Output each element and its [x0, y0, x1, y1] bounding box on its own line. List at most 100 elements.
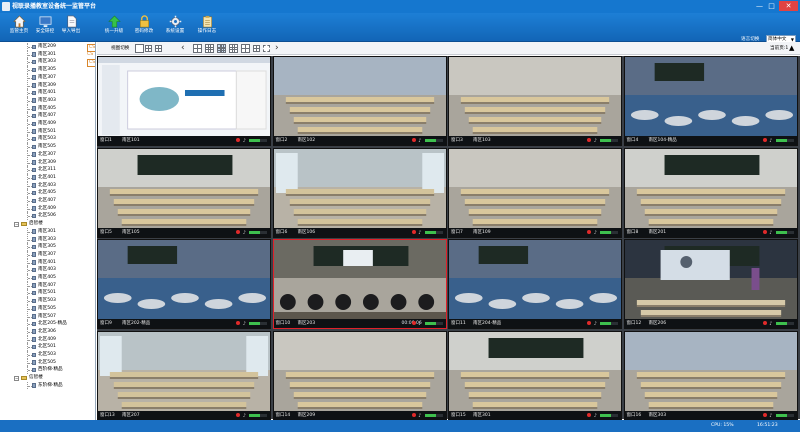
- prev-page-icon[interactable]: ‹: [181, 43, 185, 53]
- page-up-icon[interactable]: ▲: [789, 43, 794, 53]
- video-tile[interactable]: 窗口7 南区109 ♪: [448, 147, 622, 238]
- audio-icon[interactable]: ♪: [418, 137, 421, 145]
- tree-item[interactable]: 北区307: [0, 150, 95, 159]
- video-tile[interactable]: 窗口9 南区202-精品 ♪: [97, 239, 271, 329]
- tree-item[interactable]: 南区501: [0, 289, 95, 298]
- tree-item[interactable]: 北区306: [0, 327, 95, 336]
- tree-item[interactable]: 南区301 CS: [0, 50, 95, 59]
- tree-item[interactable]: 南区305: [0, 66, 95, 74]
- tree-item[interactable]: 南区405: [0, 274, 95, 282]
- video-tile[interactable]: 窗口10南区20300:06:06♪: [272, 239, 447, 329]
- layout-4-alt-icon[interactable]: [155, 45, 162, 52]
- tree-item[interactable]: 南区303: [0, 235, 95, 244]
- video-tile[interactable]: 窗口6 南区106 ♪: [272, 147, 447, 238]
- toolbar-password-button[interactable]: 密码修改: [131, 15, 157, 41]
- toolbar-settings-button[interactable]: 系统设置: [162, 15, 188, 41]
- video-tile[interactable]: 窗口15 南区301 ♪: [448, 330, 622, 421]
- device-tree[interactable]: 南区209 CS 南区301 CS 南区303 CS 南区305 南区307 南区309 南区40…: [0, 42, 96, 420]
- layout-4-small-icon[interactable]: [145, 45, 152, 52]
- audio-icon[interactable]: ♪: [769, 320, 772, 328]
- collapse-icon[interactable]: −: [14, 221, 19, 227]
- layout-small-icon[interactable]: [253, 45, 260, 52]
- tree-item[interactable]: 北区407: [0, 197, 95, 205]
- tree-item[interactable]: 南区505: [0, 143, 95, 151]
- video-tile[interactable]: 窗口4 南区104-精品 ♪: [623, 56, 798, 146]
- toolbar-import-export-button[interactable]: 导入导出: [58, 15, 84, 41]
- tree-item[interactable]: 南区503: [0, 297, 95, 305]
- tree-item[interactable]: 南区507: [0, 312, 95, 321]
- close-button[interactable]: ✕: [779, 1, 798, 11]
- tree-item[interactable]: 北区205-精品: [0, 320, 95, 328]
- tree-item[interactable]: 北区401: [0, 173, 95, 182]
- tree-item[interactable]: 南区403: [0, 96, 95, 105]
- minimize-button[interactable]: —: [754, 1, 765, 11]
- tree-item[interactable]: 北区311: [0, 166, 95, 174]
- tree-group[interactable]: − 信智楼: [0, 374, 95, 382]
- tile-room-label: 南区209: [297, 412, 316, 418]
- tree-item[interactable]: 南区409: [0, 120, 95, 128]
- tree-item[interactable]: 北区503: [0, 351, 95, 359]
- video-tile[interactable]: 窗口16 南区303 ♪: [623, 330, 798, 421]
- camera-feed: [624, 57, 797, 138]
- tree-item[interactable]: 南区403: [0, 266, 95, 274]
- monitor-icon: [39, 16, 51, 28]
- fullscreen-icon[interactable]: [263, 45, 270, 52]
- toolbar-log-button[interactable]: 操作日志: [194, 15, 220, 41]
- tree-item[interactable]: 南区405: [0, 104, 95, 113]
- video-tile[interactable]: 窗口14 南区209 ♪: [272, 330, 447, 421]
- audio-icon[interactable]: ♪: [594, 320, 597, 328]
- tree-item[interactable]: 南区309: [0, 81, 95, 90]
- tree-item[interactable]: 南区401: [0, 89, 95, 97]
- video-tile[interactable]: 窗口2 南区102 ♪: [272, 56, 447, 146]
- tree-item[interactable]: 北区501: [0, 343, 95, 351]
- toolbar-upgrade-button[interactable]: 统一升级: [101, 15, 127, 41]
- audio-icon[interactable]: ♪: [594, 229, 597, 237]
- tree-item[interactable]: 南区503: [0, 135, 95, 144]
- audio-icon[interactable]: ♪: [594, 137, 597, 145]
- audio-icon[interactable]: ♪: [243, 229, 246, 237]
- tree-group[interactable]: − 启智楼: [0, 220, 95, 228]
- tree-item[interactable]: 北区405: [0, 189, 95, 197]
- layout-4-icon[interactable]: [193, 44, 202, 53]
- video-tile[interactable]: 窗口8 南区201 ♪: [623, 147, 798, 238]
- tree-item[interactable]: 南区501: [0, 127, 95, 136]
- tree-item[interactable]: 北区506: [0, 212, 95, 221]
- audio-icon[interactable]: ♪: [418, 320, 421, 328]
- next-page-icon[interactable]: ›: [275, 43, 279, 53]
- layout-custom-icon[interactable]: [241, 44, 250, 53]
- tree-item[interactable]: 西阶梯-精品: [0, 366, 95, 375]
- layout-mixed-icon[interactable]: [229, 44, 238, 53]
- tree-item[interactable]: 东阶梯-精品: [0, 381, 95, 390]
- maximize-button[interactable]: □: [766, 1, 777, 11]
- layout-9-icon[interactable]: [205, 44, 214, 53]
- tree-item[interactable]: 北区409: [0, 335, 95, 344]
- audio-icon[interactable]: ♪: [243, 137, 246, 145]
- collapse-icon[interactable]: −: [14, 375, 19, 381]
- tree-item[interactable]: 南区307: [0, 250, 95, 259]
- tree-item[interactable]: 南区209 CS: [0, 43, 95, 52]
- audio-icon[interactable]: ♪: [769, 137, 772, 145]
- audio-icon[interactable]: ♪: [243, 320, 246, 328]
- tree-item[interactable]: 南区305: [0, 243, 95, 251]
- layout-16-icon[interactable]: [217, 44, 226, 53]
- tree-item[interactable]: 北区409: [0, 204, 95, 213]
- tree-item[interactable]: 南区301: [0, 227, 95, 236]
- video-tile[interactable]: 窗口12 南区206 ♪: [623, 239, 798, 329]
- layout-1-icon[interactable]: [135, 44, 144, 53]
- tree-item[interactable]: 南区407: [0, 112, 95, 120]
- audio-icon[interactable]: ♪: [418, 229, 421, 237]
- tree-item[interactable]: 南区303 CS: [0, 58, 95, 67]
- video-tile[interactable]: 窗口1 南区101 ♪: [97, 56, 271, 146]
- video-tile[interactable]: 窗口13 南区207 ♪: [97, 330, 271, 421]
- tree-item[interactable]: 北区309: [0, 158, 95, 167]
- video-tile[interactable]: 窗口5 南区105 ♪: [97, 147, 271, 238]
- audio-icon[interactable]: ♪: [769, 229, 772, 237]
- tree-item[interactable]: 南区407: [0, 281, 95, 290]
- video-tile[interactable]: 窗口3 南区103 ♪: [448, 56, 622, 146]
- tree-item[interactable]: 北区403: [0, 181, 95, 190]
- tree-item[interactable]: 北区505: [0, 358, 95, 367]
- tree-item[interactable]: 南区401: [0, 258, 95, 267]
- tree-item[interactable]: 南区307: [0, 73, 95, 82]
- tree-item[interactable]: 南区505: [0, 304, 95, 313]
- video-tile[interactable]: 窗口11 南区204-精品 ♪: [448, 239, 622, 329]
